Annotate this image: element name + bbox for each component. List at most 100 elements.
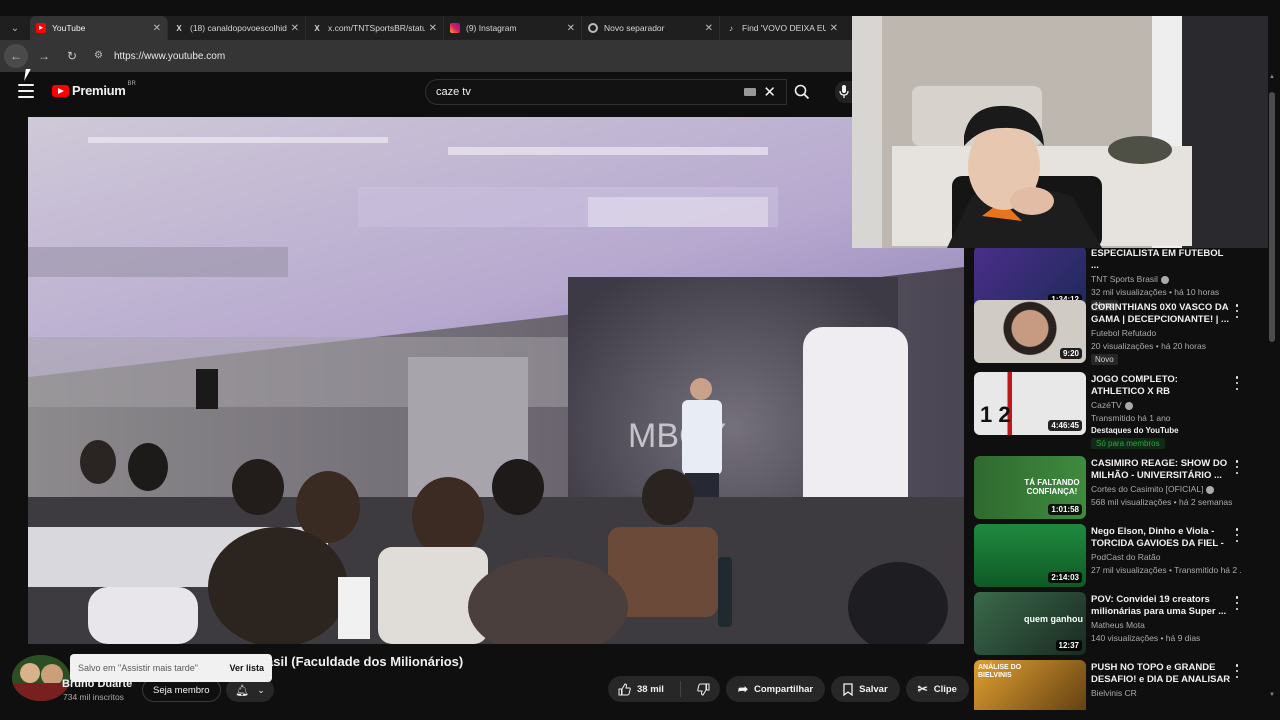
related-video-title[interactable]: JOGO COMPLETO: ATHLETICO X RB BRAGANTINO…: [1091, 374, 1231, 398]
related-video-item[interactable]: TÁ FALTANDO CONFIANÇA! 1:01:58 CASIMIRO …: [972, 456, 1262, 522]
related-video-item[interactable]: ANÁLISE DO BIELVINIS PUSH NO TOPO e GRAN…: [972, 660, 1262, 710]
bell-icon: 🔔︎: [235, 684, 250, 697]
thumbs-down-icon: [697, 683, 710, 696]
browser-tab-instagram[interactable]: (9) Instagram ✕: [444, 16, 582, 40]
country-code: BR: [127, 80, 136, 87]
related-video-meta: 140 visualizações • há 9 dias: [1091, 633, 1201, 643]
page-scrollbar[interactable]: ▲ ▼: [1268, 72, 1276, 712]
youtube-play-icon: [52, 84, 69, 97]
youtube-premium-logo[interactable]: Premium BR: [52, 80, 136, 98]
highlight-badge: Destaques do YouTube: [1091, 426, 1179, 435]
tab-title: Find 'VOVO DEIXA EU JOGAR': [742, 23, 826, 33]
webcam-frame: [852, 16, 1268, 248]
tab-title: (18) canaldopovoescolhido: [190, 23, 287, 33]
related-video-channel[interactable]: Cortes do Casimito [OFICIAL]: [1091, 484, 1215, 494]
related-video-title[interactable]: POV: Convidei 19 creators milionárias pa…: [1091, 594, 1231, 618]
thumb-text: quem ganhou: [1024, 614, 1083, 624]
more-vertical-icon[interactable]: [1234, 528, 1240, 542]
close-tab-icon[interactable]: ✕: [567, 23, 575, 34]
browser-tab-x-1[interactable]: X (18) canaldopovoescolhido ✕: [168, 16, 306, 40]
saved-toast: Salvo em "Assistir mais tarde" Ver lista: [70, 654, 272, 682]
browser-tab-new[interactable]: Novo separador ✕: [582, 16, 720, 40]
like-button[interactable]: 38 mil: [608, 676, 674, 702]
video-player[interactable]: MBCY: [28, 117, 964, 644]
url-field[interactable]: ⚙ https://www.youtube.com: [94, 50, 225, 62]
browser-tab-x-2[interactable]: X x.com/TNTSportsBR/status ✕: [306, 16, 444, 40]
search-input[interactable]: caze tv ✕: [425, 79, 787, 105]
related-video-title[interactable]: ESPECIALISTA EM FUTEBOL ...: [1091, 248, 1231, 272]
related-video-meta: 32 mil visualizações • há 10 horas: [1091, 287, 1220, 297]
video-thumbnail[interactable]: quem ganhou 12:37: [974, 592, 1086, 655]
like-dislike-group: 38 mil: [608, 676, 720, 702]
related-video-item[interactable]: quem ganhou 12:37 POV: Convidei 19 creat…: [972, 592, 1262, 658]
view-list-link[interactable]: Ver lista: [229, 663, 264, 673]
close-tab-icon[interactable]: ✕: [830, 23, 838, 34]
more-vertical-icon[interactable]: [1234, 664, 1240, 678]
back-button[interactable]: ←: [4, 44, 28, 68]
members-only-badge: Só para membros: [1091, 438, 1165, 449]
thumb-text: ANÁLISE DO BIELVINIS: [978, 664, 1022, 679]
scrollbar-thumb[interactable]: [1269, 92, 1275, 342]
related-video-item[interactable]: 1 2 4:46:45 JOGO COMPLETO: ATHLETICO X R…: [972, 372, 1262, 452]
video-duration: 12:37: [1055, 640, 1082, 651]
related-video-channel[interactable]: Bielvinis CR: [1091, 688, 1137, 698]
voice-search-button[interactable]: [835, 81, 852, 103]
tiktok-icon: ♪: [729, 23, 733, 33]
forward-button[interactable]: →: [32, 44, 56, 68]
clear-search-icon[interactable]: ✕: [763, 83, 776, 101]
tab-title: YouTube: [52, 23, 86, 33]
scroll-up-icon[interactable]: ▲: [1269, 74, 1275, 80]
more-vertical-icon[interactable]: [1234, 376, 1240, 390]
video-thumbnail[interactable]: 1 2 4:46:45: [974, 372, 1086, 435]
close-tab-icon[interactable]: ✕: [705, 23, 713, 34]
close-tab-icon[interactable]: ✕: [153, 23, 161, 34]
dislike-button[interactable]: [687, 676, 720, 702]
video-thumbnail[interactable]: 2:14:03: [974, 524, 1086, 587]
more-vertical-icon[interactable]: [1234, 304, 1240, 318]
tab-search-icon[interactable]: ⌄: [0, 16, 30, 40]
tab-title: Novo separador: [604, 23, 665, 33]
keyboard-icon[interactable]: [744, 88, 756, 96]
chevron-down-icon: ⌄: [257, 684, 265, 695]
streamer-webcam: [852, 16, 1268, 248]
video-title: asil (Faculdade dos Milionários): [266, 654, 464, 669]
menu-icon[interactable]: [18, 84, 34, 98]
video-thumbnail[interactable]: 9:20: [974, 300, 1086, 363]
youtube-icon: ▶: [36, 23, 46, 33]
microphone-icon: [838, 85, 849, 98]
share-button[interactable]: ➦ Compartilhar: [725, 676, 826, 702]
browser-tab-tiktok[interactable]: ♪ Find 'VOVO DEIXA EU JOGAR' ✕: [720, 16, 844, 40]
site-settings-icon[interactable]: ⚙: [94, 50, 106, 62]
more-vertical-icon[interactable]: [1234, 460, 1240, 474]
video-thumbnail[interactable]: TÁ FALTANDO CONFIANÇA! 1:01:58: [974, 456, 1086, 519]
x-icon: X: [176, 23, 182, 33]
more-vertical-icon[interactable]: [1234, 596, 1240, 610]
reload-button[interactable]: ↻: [60, 44, 84, 68]
related-video-title[interactable]: CASIMIRO REAGE: SHOW DO MILHÃO - UNIVERS…: [1091, 458, 1231, 482]
related-video-item[interactable]: 2:14:03 Nego Elson, Dinho e Viola - TORC…: [972, 524, 1262, 590]
search-button[interactable]: [787, 79, 817, 105]
related-video-channel[interactable]: PodCast do Ratão: [1091, 552, 1160, 562]
instagram-icon: [450, 23, 460, 33]
browser-tab-youtube[interactable]: ▶ YouTube ✕: [30, 16, 168, 40]
clip-button[interactable]: ✂ Clipe: [905, 676, 969, 702]
chrome-icon: [588, 23, 598, 33]
related-videos: 1:34:12 ESPECIALISTA EM FUTEBOL ... TNT …: [972, 248, 1262, 710]
close-tab-icon[interactable]: ✕: [429, 23, 437, 34]
related-video-channel[interactable]: Matheus Mota: [1091, 620, 1145, 630]
related-video-item[interactable]: 9:20 CORINTHIANS 0X0 VASCO DA GAMA | DEC…: [972, 300, 1262, 366]
save-label: Salvar: [859, 683, 888, 695]
related-video-channel[interactable]: TNT Sports Brasil: [1091, 274, 1169, 284]
related-video-title[interactable]: CORINTHIANS 0X0 VASCO DA GAMA | DECEPCIO…: [1091, 302, 1231, 326]
save-button[interactable]: Salvar: [831, 676, 900, 702]
video-thumbnail[interactable]: ANÁLISE DO BIELVINIS: [974, 660, 1086, 710]
scroll-down-icon[interactable]: ▼: [1269, 692, 1275, 698]
share-label: Compartilhar: [754, 683, 814, 695]
related-video-channel[interactable]: CazéTV: [1091, 400, 1133, 410]
related-video-meta: 27 mil visualizações • Transmitido há 2 …: [1091, 565, 1241, 575]
close-tab-icon[interactable]: ✕: [291, 23, 299, 34]
verified-icon: [1160, 275, 1169, 284]
related-video-title[interactable]: PUSH NO TOPO e GRANDE DESAFIO! e DIA DE …: [1091, 662, 1231, 686]
related-video-channel[interactable]: Futebol Refutado: [1091, 328, 1156, 338]
related-video-title[interactable]: Nego Elson, Dinho e Viola - TORCIDA GAVI…: [1091, 526, 1231, 550]
